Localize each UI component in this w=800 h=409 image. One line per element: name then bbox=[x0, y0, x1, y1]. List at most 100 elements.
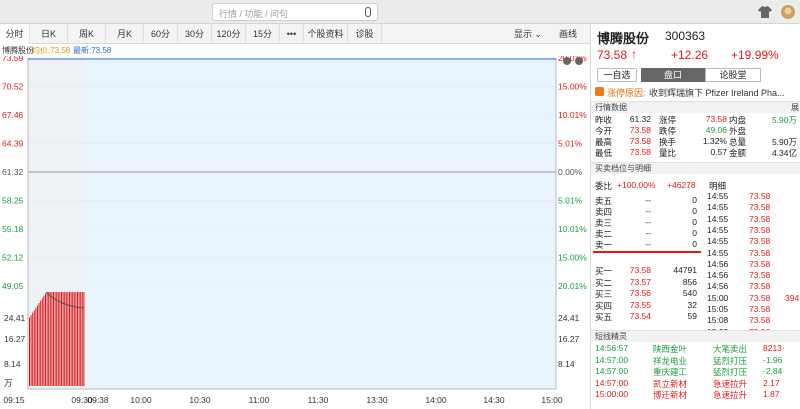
tab-8[interactable]: ••• bbox=[280, 24, 304, 44]
microphone-icon[interactable] bbox=[365, 7, 371, 17]
level-label: 买三 bbox=[595, 289, 613, 299]
trade-row: 14:56 73.58 bbox=[705, 281, 800, 292]
short-term-row[interactable]: 14:57:00 凯立新材 急速拉升 2.17 bbox=[591, 378, 800, 389]
short-stock: 祥龙电业 bbox=[653, 355, 688, 366]
volume-bar bbox=[78, 292, 80, 386]
chart-stock-name: 博腾股份 bbox=[2, 46, 34, 55]
shirt-icon[interactable] bbox=[757, 4, 773, 20]
trade-price: 73.58 bbox=[749, 270, 771, 281]
volume-tick-label-right: 8.14 bbox=[558, 359, 575, 369]
order-diff-value: +46278 bbox=[667, 180, 696, 190]
tab-6[interactable]: 120分 bbox=[212, 24, 246, 44]
time-tick-label: 14:30 bbox=[483, 395, 505, 405]
trade-price: 73.58 bbox=[749, 304, 771, 314]
tab-10[interactable]: 诊股 bbox=[348, 24, 382, 44]
tab-forum[interactable]: 论股堂 bbox=[705, 68, 761, 82]
pct-tick-label: 0.00% bbox=[558, 167, 583, 177]
tab-3[interactable]: 月K bbox=[106, 24, 144, 44]
volume-bar bbox=[32, 312, 34, 386]
level-price: -- bbox=[645, 239, 651, 249]
short-stock: 博迁新材 bbox=[653, 390, 688, 400]
orderbook-title: 买卖档位与明细 bbox=[595, 164, 651, 173]
display-menu-button[interactable]: 显示 ⌄ bbox=[508, 24, 548, 44]
volume-bar bbox=[40, 300, 42, 386]
volume-tick-label-right: 16.27 bbox=[558, 334, 580, 344]
level-volume: 59 bbox=[687, 311, 697, 321]
short-time: 14:57:00 bbox=[595, 377, 629, 388]
trade-row: 14:55 73.58 bbox=[705, 202, 800, 213]
pct-tick-label: 5.01% bbox=[558, 196, 583, 206]
level-price: 73.56 bbox=[629, 288, 651, 298]
market-row: 昨收 61.32 涨停 73.58 内盘 5.90万 bbox=[591, 114, 800, 125]
trade-row: 14:55 73.58 bbox=[705, 236, 800, 247]
trade-row: 15:05 73.58 bbox=[705, 304, 800, 315]
market-value: 73.58 bbox=[629, 136, 651, 146]
expand-link[interactable]: 展 bbox=[791, 102, 799, 114]
order-level-row: 买一 73.58 44791 bbox=[591, 265, 703, 276]
short-event: 急速拉升 bbox=[713, 390, 748, 400]
volume-bar bbox=[64, 292, 66, 386]
tab-1[interactable]: 日K bbox=[30, 24, 68, 44]
price-tick-label: 55.18 bbox=[2, 224, 24, 234]
short-time: 14:57:00 bbox=[595, 354, 629, 365]
short-term-title: 短线精灵 bbox=[595, 332, 627, 341]
tab-4[interactable]: 60分 bbox=[144, 24, 178, 44]
zoom-out-icon[interactable] bbox=[575, 57, 583, 65]
volume-bar bbox=[48, 292, 50, 386]
tab-9[interactable]: 个股资料 bbox=[304, 24, 348, 44]
level-price: -- bbox=[645, 195, 651, 205]
zoom-in-icon[interactable] bbox=[563, 57, 571, 65]
top-toolbar: 行情 / 功能 / 问句 bbox=[0, 0, 800, 24]
short-term-row[interactable]: 14:57:00 重庆建工 猛烈打压 -2.84 bbox=[591, 366, 800, 377]
time-tick-label: 11:30 bbox=[308, 395, 329, 405]
volume-bar bbox=[57, 292, 59, 386]
draw-line-button[interactable]: 画线 bbox=[548, 24, 588, 44]
market-value: 1.32% bbox=[702, 136, 727, 146]
trade-price: 73.58 bbox=[749, 258, 771, 269]
level-price: 73.57 bbox=[629, 276, 651, 287]
volume-bar bbox=[43, 295, 45, 386]
volume-bar bbox=[38, 303, 40, 386]
volume-bar bbox=[53, 292, 54, 386]
add-watchlist-button[interactable]: 一自选 bbox=[597, 68, 637, 82]
level-label: 买四 bbox=[595, 300, 613, 311]
level-label: 卖一 bbox=[595, 240, 613, 250]
trade-time: 15:00 bbox=[707, 292, 729, 303]
limit-up-reason-label: 涨停原因: bbox=[607, 88, 646, 98]
intraday-chart[interactable]: 73.59 20.01% 70.52 15.00% 67.46 10.01% 64.39 5.… bbox=[0, 56, 590, 409]
market-value: 49.06 bbox=[705, 125, 727, 135]
short-time: 14:57:00 bbox=[595, 366, 629, 376]
short-value: 8213· bbox=[763, 343, 785, 353]
short-term-row[interactable]: 15:00:00 博迁新材 急速拉升 1.87 bbox=[591, 389, 800, 400]
avg-price-label: 均价:73.58 bbox=[32, 46, 71, 55]
level-volume: 0 bbox=[692, 217, 697, 227]
short-time: 14:56:57 bbox=[595, 343, 629, 353]
level-volume: 0 bbox=[692, 195, 697, 205]
avatar-icon[interactable] bbox=[780, 4, 796, 20]
short-term-row[interactable]: 14:56:57 陕西金叶 大笔卖出 8213· bbox=[591, 343, 800, 354]
price-tick-label: 58.25 bbox=[2, 196, 24, 206]
volume-tick-label-right: 24.41 bbox=[558, 313, 580, 323]
limit-up-reason-text[interactable]: 收到辉瑞旗下 Pfizer Ireland Pha... bbox=[649, 86, 785, 99]
tab-order-book[interactable]: 盘口 bbox=[641, 68, 705, 82]
volume-bar bbox=[83, 292, 85, 386]
trade-time: 14:56 bbox=[707, 281, 729, 292]
short-stock: 重庆建工 bbox=[653, 367, 688, 377]
tab-7[interactable]: 15分 bbox=[246, 24, 280, 44]
stock-name: 博腾股份 bbox=[597, 31, 650, 46]
time-tick-label: 11:00 bbox=[249, 395, 270, 405]
tab-5[interactable]: 30分 bbox=[178, 24, 212, 44]
volume-bar bbox=[80, 292, 82, 386]
short-term-row[interactable]: 14:57:00 祥龙电业 猛烈打压 -1.96 bbox=[591, 355, 800, 366]
market-value: 73.58 bbox=[629, 125, 651, 135]
level-volume: 0 bbox=[692, 228, 697, 238]
short-event: 猛烈打压 bbox=[713, 367, 748, 377]
level-price: 73.58 bbox=[629, 265, 651, 275]
tab-2[interactable]: 周K bbox=[68, 24, 106, 44]
trade-price: 73.58 bbox=[749, 213, 771, 224]
pct-tick-label: 15.00% bbox=[558, 82, 587, 92]
search-input[interactable]: 行情 / 功能 / 问句 bbox=[212, 3, 378, 21]
level-volume: 540 bbox=[682, 288, 697, 298]
tab-0[interactable]: 分时 bbox=[0, 24, 30, 44]
trade-time: 15:05 bbox=[707, 304, 729, 314]
